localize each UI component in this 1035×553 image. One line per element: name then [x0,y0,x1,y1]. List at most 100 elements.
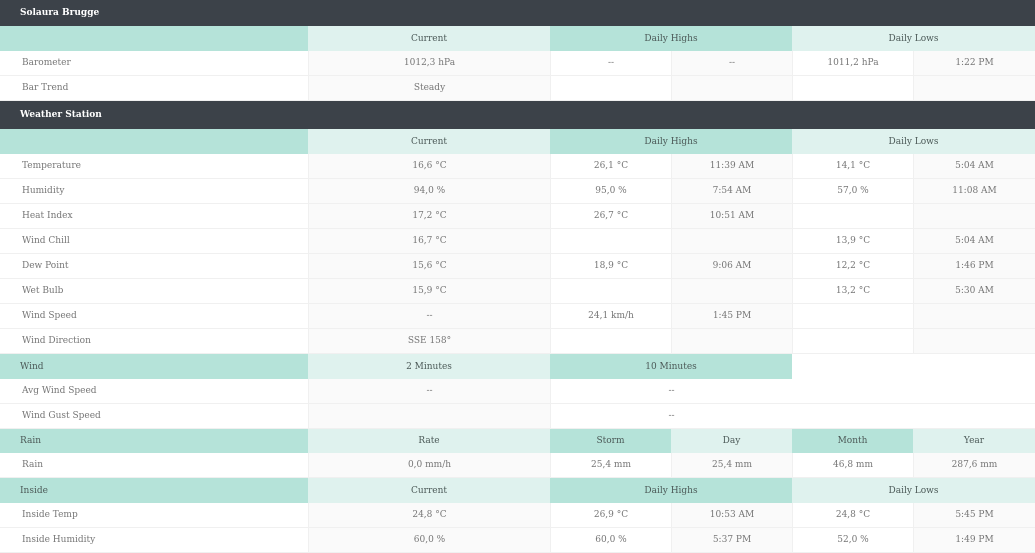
value-storm: 25,4 mm [550,453,671,477]
daily-low-time [913,204,1035,228]
row-label: Avg Wind Speed [0,379,308,403]
table-row: Wet Bulb 15,9 °C 13,2 °C 5:30 AM [0,279,1035,304]
current-value: Steady [308,76,550,100]
daily-low-time: 11:08 AM [913,179,1035,203]
row-label: Rain [0,453,308,477]
daily-high-value [550,229,671,253]
daily-high-time: 10:51 AM [671,204,792,228]
daily-high-value: 26,9 °C [550,503,671,527]
table-header-row: Current Daily Highs Daily Lows [0,26,1035,51]
row-label: Wet Bulb [0,279,308,303]
table-row: Barometer 1012,3 hPa -- -- 1011,2 hPa 1:22 PM [0,51,1035,76]
table-row: Bar Trend Steady [0,76,1035,101]
value-2-minutes [308,404,550,428]
value-year: 287,6 mm [913,453,1035,477]
current-value: -- [308,304,550,328]
daily-high-value: 26,7 °C [550,204,671,228]
value-10-minutes: -- [550,404,792,428]
daily-high-time [671,76,792,100]
daily-low-time: 1:22 PM [913,51,1035,75]
wind-header-row: Wind 2 Minutes 10 Minutes [0,354,1035,379]
daily-low-value: 52,0 % [792,528,913,552]
daily-low-time: 5:04 AM [913,229,1035,253]
row-label: Wind Gust Speed [0,404,308,428]
row-label: Temperature [0,154,308,178]
row-label: Inside Temp [0,503,308,527]
row-label: Humidity [0,179,308,203]
daily-low-value: 24,8 °C [792,503,913,527]
daily-low-value [792,204,913,228]
daily-low-value [792,304,913,328]
daily-low-value: 57,0 % [792,179,913,203]
section-title-bar: Weather Station [0,101,1035,129]
section-title: Solaura Brugge [20,8,100,18]
current-value: 17,2 °C [308,204,550,228]
daily-high-value: -- [550,51,671,75]
header-2-minutes: 2 Minutes [308,354,550,379]
table-row: Wind Gust Speed -- [0,404,1035,429]
current-value: 94,0 % [308,179,550,203]
daily-high-value [550,76,671,100]
daily-low-time: 5:30 AM [913,279,1035,303]
daily-high-time [671,329,792,353]
table-row: Dew Point 15,6 °C 18,9 °C 9:06 AM 12,2 °C 1:4… [0,254,1035,279]
header-current: Current [308,478,550,503]
header-daily-lows: Daily Lows [792,478,1035,503]
value-2-minutes: -- [308,379,550,403]
header-current: Current [308,129,550,154]
header-spacer [0,129,308,154]
rain-header-row: Rain Rate Storm Day Month Year [0,429,1035,453]
daily-high-time: -- [671,51,792,75]
header-rate: Rate [308,429,550,453]
daily-high-time: 1:45 PM [671,304,792,328]
table-row: Avg Wind Speed -- -- [0,379,1035,404]
daily-low-value: 1011,2 hPa [792,51,913,75]
section2-rows: Temperature 16,6 °C 26,1 °C 11:39 AM 14,1 °C… [0,154,1035,354]
table-row: Wind Chill 16,7 °C 13,9 °C 5:04 AM [0,229,1035,254]
daily-low-time: 5:04 AM [913,154,1035,178]
daily-low-time [913,76,1035,100]
header-blank [792,354,1035,379]
row-blank [792,404,1035,428]
header-daily-highs: Daily Highs [550,26,792,51]
table-row: Humidity 94,0 % 95,0 % 7:54 AM 57,0 % 11:08 A… [0,179,1035,204]
table-row: Rain 0,0 mm/h 25,4 mm 25,4 mm 46,8 mm 28… [0,453,1035,478]
daily-high-time: 10:53 AM [671,503,792,527]
header-daily-highs: Daily Highs [550,129,792,154]
daily-high-time: 7:54 AM [671,179,792,203]
table-row: Wind Speed -- 24,1 km/h 1:45 PM [0,304,1035,329]
header-10-minutes: 10 Minutes [550,354,792,379]
daily-low-value: 14,1 °C [792,154,913,178]
daily-high-time: 5:37 PM [671,528,792,552]
table-header-row: Current Daily Highs Daily Lows [0,129,1035,154]
daily-low-time: 5:45 PM [913,503,1035,527]
value-day: 25,4 mm [671,453,792,477]
daily-low-time: 1:49 PM [913,528,1035,552]
header-spacer [0,26,308,51]
table-row: Heat Index 17,2 °C 26,7 °C 10:51 AM [0,204,1035,229]
value-month: 46,8 mm [792,453,913,477]
daily-low-value [792,76,913,100]
daily-low-time: 1:46 PM [913,254,1035,278]
daily-low-value: 13,2 °C [792,279,913,303]
inside-rows: Inside Temp 24,8 °C 26,9 °C 10:53 AM 24,8 °C… [0,503,1035,553]
daily-low-value [792,329,913,353]
current-value: 16,7 °C [308,229,550,253]
header-current: Current [308,26,550,51]
row-label: Barometer [0,51,308,75]
table-row: Inside Temp 24,8 °C 26,9 °C 10:53 AM 24,8 °C… [0,503,1035,528]
daily-low-time [913,304,1035,328]
row-blank [792,379,1035,403]
inside-header-row: Inside Current Daily Highs Daily Lows [0,478,1035,503]
wind-section-label: Wind [0,354,308,379]
row-label: Heat Index [0,204,308,228]
header-day: Day [671,429,792,453]
row-label: Dew Point [0,254,308,278]
daily-high-time [671,279,792,303]
row-label: Bar Trend [0,76,308,100]
daily-low-value: 12,2 °C [792,254,913,278]
daily-high-value: 24,1 km/h [550,304,671,328]
section-title-bar: Solaura Brugge [0,0,1035,26]
weather-dashboard: Solaura Brugge Current Daily Highs Daily… [0,0,1035,553]
daily-high-value: 18,9 °C [550,254,671,278]
